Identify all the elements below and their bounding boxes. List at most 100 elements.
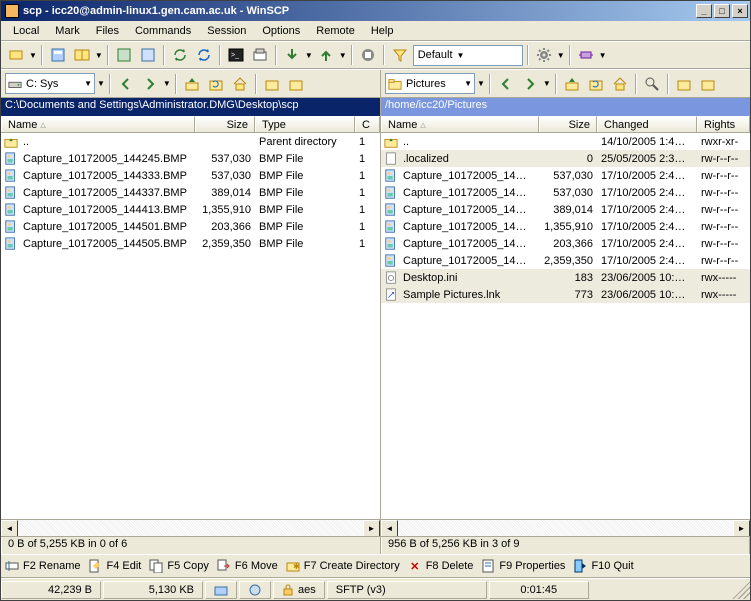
delete-btn[interactable]: ✕F8 Delete <box>408 559 474 573</box>
resize-grip[interactable] <box>732 581 750 599</box>
menu-commands[interactable]: Commands <box>127 23 199 39</box>
menu-options[interactable]: Options <box>254 23 308 39</box>
remote-home-btn[interactable] <box>609 73 631 95</box>
remote-back-btn[interactable] <box>495 73 517 95</box>
edit-btn[interactable]: F4 Edit <box>88 559 141 573</box>
title-bar: scp - icc20@admin-linux1.gen.cam.ac.uk -… <box>1 1 750 21</box>
scroll-right-btn[interactable]: ► <box>363 520 380 536</box>
op-bar: F2 Rename F4 Edit F5 Copy F6 Move ✱F7 Cr… <box>1 554 750 578</box>
session-btn[interactable] <box>5 44 27 66</box>
file-row[interactable]: Capture_10172005_144505.BMP2,359,350BMP … <box>1 235 380 252</box>
local-folder-btn2[interactable] <box>285 73 307 95</box>
file-icon <box>383 271 399 285</box>
transfer-mode-combo[interactable]: Default ▼ <box>413 45 523 66</box>
local-col-size[interactable]: Size <box>195 116 255 132</box>
disk-icon <box>8 77 22 91</box>
remote-col-name[interactable]: Name △ <box>381 116 539 132</box>
file-row[interactable]: Capture_10172005_144413.BMP1,355,910BMP … <box>1 201 380 218</box>
copy-btn[interactable]: F5 Copy <box>149 559 209 573</box>
status-icon1[interactable] <box>205 581 237 599</box>
file-row[interactable]: Desktop.ini18323/06/2005 10:…rwx----- <box>381 269 750 286</box>
remote-fwd-btn[interactable] <box>519 73 541 95</box>
local-up-btn[interactable] <box>181 73 203 95</box>
tool-btn-5[interactable] <box>249 44 271 66</box>
scroll-left-btn[interactable]: ◄ <box>1 520 18 536</box>
local-drive-combo[interactable]: C: Sys ▼ <box>5 73 95 94</box>
remote-up-btn[interactable] <box>561 73 583 95</box>
parent-dir-row[interactable]: .. 14/10/2005 1:4… rwxr-xr- <box>381 133 750 150</box>
remote-folder-btn1[interactable] <box>673 73 695 95</box>
move-btn[interactable]: F6 Move <box>217 559 278 573</box>
menu-local[interactable]: Local <box>5 23 47 39</box>
file-icon <box>383 169 399 183</box>
remote-file-list[interactable]: .. 14/10/2005 1:4… rwxr-xr- .localized02… <box>381 133 750 519</box>
gear-btn[interactable] <box>533 44 555 66</box>
file-row[interactable]: Capture_10172005_144337.BMP389,014BMP Fi… <box>1 184 380 201</box>
menu-help[interactable]: Help <box>363 23 402 39</box>
remote-col-size[interactable]: Size <box>539 116 597 132</box>
refresh-btn[interactable] <box>193 44 215 66</box>
rename-btn[interactable]: F2 Rename <box>5 559 80 573</box>
file-row[interactable]: Capture_10172005_14…389,01417/10/2005 2:… <box>381 201 750 218</box>
parent-dir-row[interactable]: .. Parent directory 1 <box>1 133 380 150</box>
tool-btn-4[interactable] <box>137 44 159 66</box>
remote-col-changed[interactable]: Changed <box>597 116 697 132</box>
local-fwd-btn[interactable] <box>139 73 161 95</box>
props-btn[interactable]: F9 Properties <box>481 559 565 573</box>
status-icon2[interactable] <box>239 581 271 599</box>
local-folder-btn1[interactable] <box>261 73 283 95</box>
up-green-btn[interactable] <box>315 44 337 66</box>
local-reload-btn[interactable] <box>205 73 227 95</box>
lock-icon <box>282 584 294 596</box>
remote-status: 956 B of 5,256 KB in 3 of 9 <box>381 537 750 554</box>
local-home-btn[interactable] <box>229 73 251 95</box>
remote-hscroll[interactable]: ◄ ► <box>381 519 750 536</box>
tool-btn-3[interactable] <box>113 44 135 66</box>
transfer-mode-value: Default <box>418 49 453 61</box>
down-green-btn[interactable] <box>281 44 303 66</box>
menu-session[interactable]: Session <box>199 23 254 39</box>
menu-remote[interactable]: Remote <box>308 23 363 39</box>
local-col-name[interactable]: Name △ <box>1 116 195 132</box>
mkdir-btn[interactable]: ✱F7 Create Directory <box>286 559 400 573</box>
remote-drive-combo[interactable]: Pictures ▼ <box>385 73 475 94</box>
file-icon <box>383 237 399 251</box>
quit-btn[interactable]: F10 Quit <box>573 559 633 573</box>
stop-btn[interactable] <box>357 44 379 66</box>
local-col-changed[interactable]: C <box>355 116 380 132</box>
disconnect-btn[interactable] <box>575 44 597 66</box>
tool-btn-1[interactable] <box>47 44 69 66</box>
close-button[interactable]: × <box>732 4 748 18</box>
menu-mark[interactable]: Mark <box>47 23 87 39</box>
file-row[interactable]: Sample Pictures.lnk77323/06/2005 10:…rwx… <box>381 286 750 303</box>
minimize-button[interactable]: _ <box>696 4 712 18</box>
remote-reload-btn[interactable] <box>585 73 607 95</box>
scroll-right-btn[interactable]: ► <box>733 520 750 536</box>
local-back-btn[interactable] <box>115 73 137 95</box>
remote-col-rights[interactable]: Rights <box>697 116 750 132</box>
local-hscroll[interactable]: ◄ ► <box>1 519 380 536</box>
file-row[interactable]: Capture_10172005_14…1,355,91017/10/2005 … <box>381 218 750 235</box>
tool-btn-2[interactable] <box>71 44 93 66</box>
file-row[interactable]: Capture_10172005_144333.BMP537,030BMP Fi… <box>1 167 380 184</box>
filter-btn[interactable] <box>389 44 411 66</box>
file-row[interactable]: Capture_10172005_14…537,03017/10/2005 2:… <box>381 184 750 201</box>
menu-files[interactable]: Files <box>88 23 127 39</box>
sync-btn[interactable] <box>169 44 191 66</box>
svg-text:>_: >_ <box>231 52 239 59</box>
file-row[interactable]: Capture_10172005_14…537,03017/10/2005 2:… <box>381 167 750 184</box>
file-icon <box>383 220 399 234</box>
scroll-left-btn[interactable]: ◄ <box>381 520 398 536</box>
file-row[interactable]: Capture_10172005_14…2,359,35017/10/2005 … <box>381 252 750 269</box>
file-row[interactable]: .localized025/05/2005 2:3…rw-r--r-- <box>381 150 750 167</box>
file-row[interactable]: Capture_10172005_144245.BMP537,030BMP Fi… <box>1 150 380 167</box>
remote-find-btn[interactable] <box>641 73 663 95</box>
console-btn[interactable]: >_ <box>225 44 247 66</box>
file-row[interactable]: Capture_10172005_14…203,36617/10/2005 2:… <box>381 235 750 252</box>
maximize-button[interactable]: □ <box>714 4 730 18</box>
local-col-type[interactable]: Type <box>255 116 355 132</box>
bmp-icon <box>3 203 19 217</box>
local-file-list[interactable]: .. Parent directory 1 Capture_10172005_1… <box>1 133 380 519</box>
file-row[interactable]: Capture_10172005_144501.BMP203,366BMP Fi… <box>1 218 380 235</box>
remote-folder-btn2[interactable] <box>697 73 719 95</box>
